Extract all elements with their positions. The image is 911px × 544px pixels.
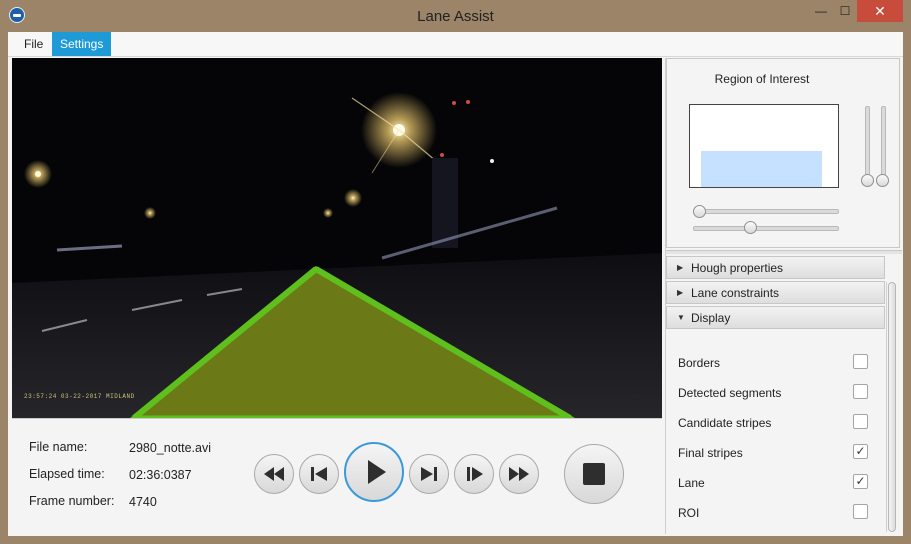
roi-section: Region of Interest [666,58,900,248]
maximize-button[interactable]: ☐ [834,0,856,22]
display-options: Borders Detected segments Candidate stri… [666,338,885,534]
step-forward-button[interactable] [454,454,494,494]
option-label: Lane [678,476,705,490]
video-scene [12,58,662,418]
play-button[interactable] [344,442,404,502]
roi-title: Region of Interest [714,72,810,86]
street-light [323,208,333,218]
file-name-label: File name: [29,440,88,454]
detected-segments-checkbox[interactable] [853,384,868,399]
option-label: ROI [678,506,700,520]
roi-slider-track[interactable] [693,226,839,231]
option-candidate-stripes[interactable]: Candidate stripes [666,408,885,438]
frame-number-value: 4740 [129,495,157,509]
lane-checkbox[interactable]: ✓ [853,474,868,489]
chevron-down-icon: ▼ [677,313,685,322]
roi-height-slider[interactable] [876,174,889,187]
section-label: Display [691,311,731,325]
close-button[interactable]: ✕ [857,0,903,22]
client-area: File Settings 23:57:24 03-22-2017 MIDLAN… [8,32,903,536]
play-icon [368,460,386,484]
fast-forward-icon [509,467,529,481]
roi-y-slider[interactable] [861,174,874,187]
settings-accordion: ▶ Hough properties ▶ Lane constraints ▼ … [666,254,900,534]
section-label: Lane constraints [691,286,780,300]
option-roi[interactable]: ROI [666,498,885,528]
menu-settings[interactable]: Settings [52,32,112,56]
fast-rewind-icon [264,467,284,481]
menu-bar: File Settings [8,32,903,57]
settings-panel: Region of Interest ▶ Hough properties ▶ … [665,58,902,534]
title-bar[interactable]: Lane Assist — ☐ ✕ [0,0,911,32]
roi-checkbox[interactable] [853,504,868,519]
elapsed-time-label: Elapsed time: [29,467,105,481]
skip-previous-icon [311,467,327,481]
skip-next-button[interactable] [409,454,449,494]
chevron-right-icon: ▶ [677,263,684,272]
frame-number-label: Frame number: [29,494,115,508]
video-timestamp: 23:57:24 03-22-2017 MIDLAND [24,393,135,400]
option-label: Final stripes [678,446,743,460]
section-display[interactable]: ▼ Display [666,306,885,329]
street-light [35,171,41,177]
section-hough-properties[interactable]: ▶ Hough properties [666,256,885,279]
step-forward-icon [467,467,483,481]
skip-previous-button[interactable] [299,454,339,494]
fast-rewind-button[interactable] [254,454,294,494]
settings-scrollbar[interactable] [886,282,897,532]
roi-preview[interactable] [689,104,839,188]
option-label: Candidate stripes [678,416,772,430]
fast-forward-button[interactable] [499,454,539,494]
option-label: Borders [678,356,721,370]
roi-rectangle[interactable] [701,151,822,187]
candidate-stripes-checkbox[interactable] [853,414,868,429]
video-frame: 23:57:24 03-22-2017 MIDLAND [12,58,662,418]
section-lane-constraints[interactable]: ▶ Lane constraints [666,281,885,304]
section-label: Hough properties [691,261,784,275]
option-lane[interactable]: Lane ✓ [666,468,885,498]
option-borders[interactable]: Borders [666,348,885,378]
app-window: Lane Assist — ☐ ✕ File Settings 23:57:24… [0,0,911,544]
skip-next-icon [421,467,437,481]
option-final-stripes[interactable]: Final stripes ✓ [666,438,885,468]
minimize-button[interactable]: — [810,0,832,22]
file-name-value: 2980_notte.avi [129,441,212,455]
menu-file[interactable]: File [16,32,51,56]
elapsed-time-value: 02:36:0387 [129,468,192,482]
borders-checkbox[interactable] [853,354,868,369]
chevron-right-icon: ▶ [677,288,684,297]
window-title: Lane Assist [417,8,494,25]
roi-width-slider[interactable] [744,221,757,234]
option-label: Detected segments [678,386,782,400]
street-light [344,189,362,207]
divider [12,418,662,419]
roi-slider-track[interactable] [693,209,839,214]
roi-x-slider[interactable] [693,205,706,218]
scrollbar-thumb[interactable] [888,282,896,532]
street-light [144,207,156,219]
final-stripes-checkbox[interactable]: ✓ [853,444,868,459]
stop-icon [583,463,605,485]
option-detected-segments[interactable]: Detected segments [666,378,885,408]
stop-button[interactable] [564,444,624,504]
